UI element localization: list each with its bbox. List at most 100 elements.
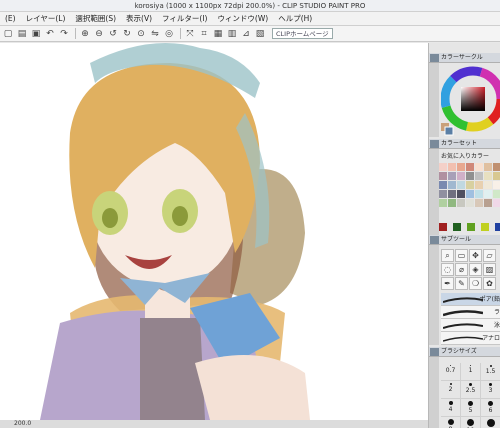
color-swatch[interactable] (466, 190, 474, 198)
color-swatch[interactable] (493, 163, 500, 171)
zoom-out-icon[interactable]: ⊖ (93, 28, 105, 40)
lasso-tool-icon[interactable]: ◌ (441, 263, 454, 276)
clip-homepage-button[interactable]: CLIPホームページ (272, 28, 333, 39)
menu-layer[interactable]: レイヤー(L) (21, 13, 71, 24)
color-swatch[interactable] (475, 163, 483, 171)
drawing-canvas[interactable] (0, 43, 428, 420)
brush-size-option[interactable]: 1 (461, 363, 481, 381)
color-swatch[interactable] (448, 199, 456, 207)
color-swatch[interactable] (439, 199, 447, 207)
brush-item[interactable]: ポア(鉛 (441, 293, 500, 306)
color-swatch[interactable] (448, 181, 456, 189)
color-swatch[interactable] (484, 181, 492, 189)
color-swatch[interactable] (484, 172, 492, 180)
brush-size-option[interactable]: 1.5 (481, 363, 500, 381)
move-tool-icon[interactable]: ✥ (469, 249, 482, 262)
selection-tool-icon[interactable]: ▭ (455, 249, 468, 262)
color-swatch[interactable] (439, 223, 447, 231)
flip-icon[interactable]: ⇋ (149, 28, 161, 40)
color-swatch[interactable] (466, 199, 474, 207)
color-swatch[interactable] (493, 172, 500, 180)
brush-size-option[interactable]: 2.5 (461, 381, 481, 399)
color-swatch[interactable] (457, 172, 465, 180)
menu-window[interactable]: ウィンドウ(W) (212, 13, 273, 24)
brush-size-option[interactable]: 0.7 (441, 363, 461, 381)
menu-selection[interactable]: 選択範囲(S) (70, 13, 121, 24)
color-swatch[interactable] (448, 190, 456, 198)
color-swatch[interactable] (457, 199, 465, 207)
color-swatch[interactable] (457, 163, 465, 171)
brush-size-option[interactable]: 6 (481, 399, 500, 417)
brush-size-option[interactable]: 12 (481, 417, 500, 428)
brush-size-option[interactable]: 10 (461, 417, 481, 428)
brush-size-option[interactable]: 8 (441, 417, 461, 428)
zoom-in-icon[interactable]: ⊕ (79, 28, 91, 40)
color-swatch[interactable] (448, 163, 456, 171)
actual-size-icon[interactable]: ◎ (163, 28, 175, 40)
brush-tool-icon[interactable]: ✎ (455, 277, 468, 290)
brush-size-option[interactable]: 4 (441, 399, 461, 417)
gradient-tool-icon[interactable]: ▨ (483, 263, 496, 276)
rotate-right-icon[interactable]: ↻ (121, 28, 133, 40)
crop-icon[interactable]: ⌗ (198, 28, 210, 40)
color-swatch[interactable] (466, 172, 474, 180)
panel-collapse-icon[interactable] (430, 348, 439, 356)
fit-icon[interactable]: ⊙ (135, 28, 147, 40)
panel-collapse-icon[interactable] (430, 54, 439, 62)
color-swatch[interactable] (481, 223, 489, 231)
color-swatch[interactable] (453, 223, 461, 231)
color-swatch[interactable] (475, 190, 483, 198)
menu-help[interactable]: ヘルプ(H) (273, 13, 317, 24)
brush-item[interactable]: ラ (441, 306, 500, 319)
airbrush-tool-icon[interactable]: ❍ (469, 277, 482, 290)
eyedropper-tool-icon[interactable]: ⌀ (455, 263, 468, 276)
color-swatch[interactable] (439, 181, 447, 189)
brush-size-option[interactable]: 5 (461, 399, 481, 417)
color-swatch[interactable] (457, 181, 465, 189)
menu-filter[interactable]: フィルター(I) (157, 13, 212, 24)
favorites-dropdown[interactable]: お気に入りカラー (441, 151, 489, 160)
zoom-tool-icon[interactable]: ⌕ (441, 249, 454, 262)
color-swatch[interactable] (484, 190, 492, 198)
color-swatch[interactable] (484, 163, 492, 171)
color-wheel[interactable] (441, 65, 500, 137)
color-swatch[interactable] (495, 223, 500, 231)
color-swatch[interactable] (475, 199, 483, 207)
color-swatch[interactable] (493, 190, 500, 198)
color-swatch[interactable] (466, 163, 474, 171)
color-swatch[interactable] (448, 172, 456, 180)
color-swatch[interactable] (457, 190, 465, 198)
panel-collapse-icon[interactable] (430, 140, 439, 148)
color-swatch[interactable] (493, 181, 500, 189)
open-icon[interactable]: ▤ (16, 28, 28, 40)
color-swatch[interactable] (466, 181, 474, 189)
color-swatch[interactable] (493, 199, 500, 207)
layer-icon[interactable]: ▧ (254, 28, 266, 40)
brush-item[interactable]: 泳 (441, 319, 500, 332)
panel-collapse-icon[interactable] (430, 236, 439, 244)
zoom-level[interactable]: 200.0 (14, 420, 31, 427)
color-swatch[interactable] (439, 190, 447, 198)
grid-icon[interactable]: ▦ (212, 28, 224, 40)
redo-icon[interactable]: ↷ (58, 28, 70, 40)
color-swatch[interactable] (439, 172, 447, 180)
eraser-tool-icon[interactable]: ▱ (483, 249, 496, 262)
color-swatch[interactable] (439, 163, 447, 171)
color-swatch[interactable] (484, 199, 492, 207)
menu-view[interactable]: 表示(V) (121, 13, 157, 24)
snap-icon[interactable]: ⊿ (240, 28, 252, 40)
ruler-icon[interactable]: ▥ (226, 28, 238, 40)
brush-item[interactable]: アナロ (441, 332, 500, 345)
brush-size-option[interactable]: 2 (441, 381, 461, 399)
undo-icon[interactable]: ↶ (44, 28, 56, 40)
pen-tool-icon[interactable]: ✒ (441, 277, 454, 290)
decoration-tool-icon[interactable]: ✿ (483, 277, 496, 290)
transform-icon[interactable]: ⤧ (184, 28, 196, 40)
color-swatch[interactable] (467, 223, 475, 231)
brush-size-option[interactable]: 3 (481, 381, 500, 399)
menu-edit[interactable]: (E) (0, 14, 21, 23)
rotate-left-icon[interactable]: ↺ (107, 28, 119, 40)
fill-tool-icon[interactable]: ◈ (469, 263, 482, 276)
color-swatch[interactable] (475, 172, 483, 180)
new-file-icon[interactable]: ▢ (2, 28, 14, 40)
